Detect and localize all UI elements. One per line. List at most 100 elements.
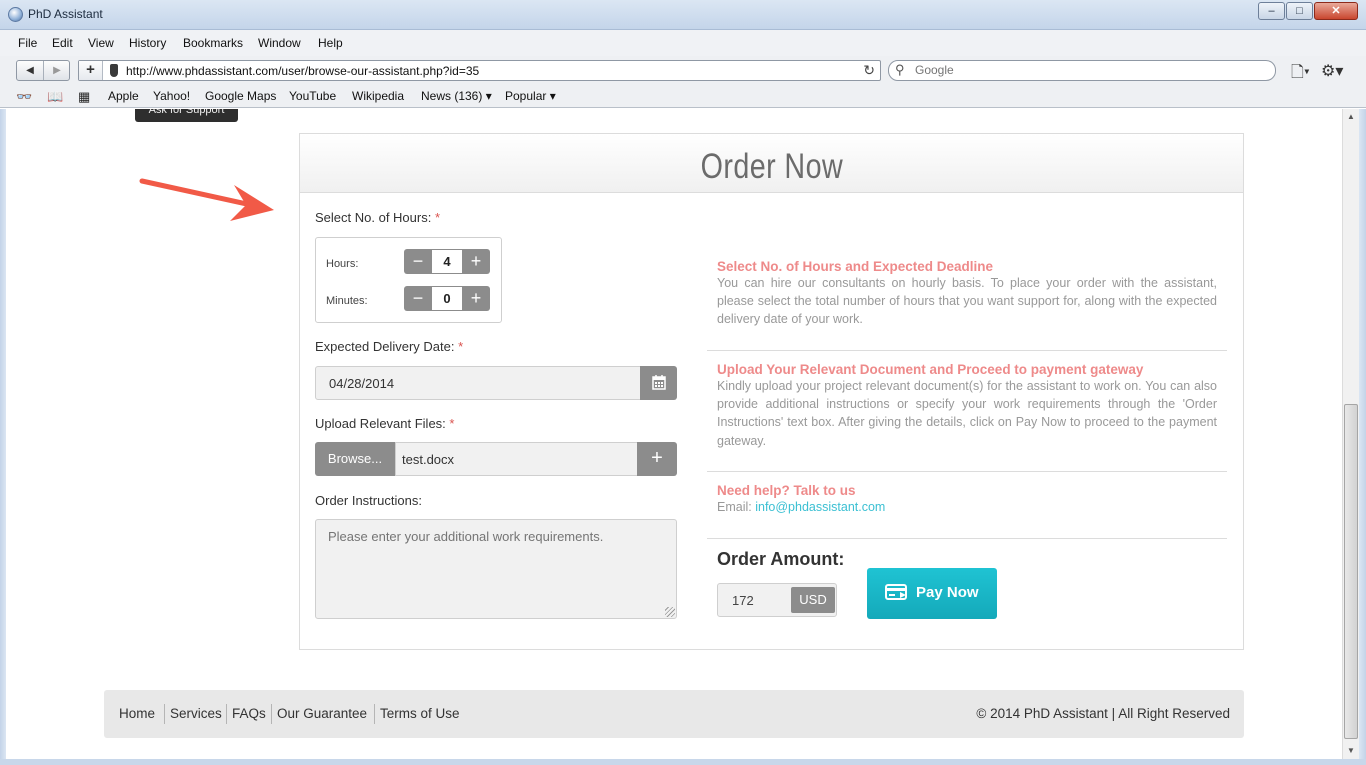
menu-bookmarks[interactable]: Bookmarks <box>183 36 243 50</box>
bookmark-apple[interactable]: Apple <box>108 89 139 103</box>
hours-value[interactable]: 4 <box>432 249 462 274</box>
scroll-thumb[interactable] <box>1344 404 1358 739</box>
close-button[interactable]: ✕ <box>1314 2 1358 20</box>
footer-separator <box>164 704 165 724</box>
bookmark-google-maps[interactable]: Google Maps <box>205 89 276 103</box>
footer-link-services[interactable]: Services <box>170 706 222 721</box>
minutes-increment-button[interactable]: + <box>462 286 490 311</box>
vertical-scrollbar[interactable]: ▲ ▼ <box>1342 109 1359 759</box>
help-email-line: Email: info@phdassistant.com <box>717 498 1217 516</box>
menu-view[interactable]: View <box>88 36 114 50</box>
back-button[interactable]: ◀ <box>17 61 44 80</box>
pay-now-label[interactable]: Pay Now <box>916 584 979 601</box>
bookmark-wikipedia[interactable]: Wikipedia <box>352 89 404 103</box>
file-name-field[interactable]: test.docx <box>395 442 638 476</box>
reload-icon[interactable]: ↻ <box>863 62 875 79</box>
minutes-stepper: − 0 + <box>404 286 492 311</box>
menu-help[interactable]: Help <box>318 36 343 50</box>
order-instructions-textarea[interactable] <box>315 519 677 619</box>
email-link[interactable]: info@phdassistant.com <box>755 500 885 514</box>
page-viewport: Ask for Support Order Now Select No. of … <box>6 109 1342 759</box>
calendar-button[interactable] <box>640 366 677 400</box>
menu-file[interactable]: File <box>18 36 37 50</box>
url-text[interactable]: http://www.phdassistant.com/user/browse-… <box>126 64 479 78</box>
footer-link-terms[interactable]: Terms of Use <box>380 706 460 721</box>
bookmark-popular[interactable]: Popular ▾ <box>505 89 556 103</box>
reading-list-icon[interactable]: 👓 <box>16 89 32 105</box>
upload-label: Upload Relevant Files: * <box>315 416 454 431</box>
help-block: Need help? Talk to us Email: info@phdass… <box>707 483 1227 516</box>
textarea-resize-handle[interactable] <box>665 607 675 617</box>
minimize-button[interactable]: – <box>1258 2 1285 20</box>
gear-icon[interactable]: ⚙▾ <box>1321 61 1343 81</box>
app-icon <box>8 7 23 22</box>
menu-history[interactable]: History <box>129 36 166 50</box>
window-title: PhD Assistant <box>28 7 103 21</box>
minutes-decrement-button[interactable]: − <box>404 286 432 311</box>
scroll-up-arrow-icon[interactable]: ▲ <box>1343 109 1359 125</box>
order-amount-field: 172 USD <box>717 583 837 617</box>
required-asterisk: * <box>434 210 441 225</box>
add-bookmark-button[interactable]: + <box>79 61 103 80</box>
footer-separator <box>271 704 272 724</box>
scroll-down-arrow-icon[interactable]: ▼ <box>1343 743 1359 759</box>
required-asterisk: * <box>449 416 455 431</box>
bookmark-youtube[interactable]: YouTube <box>289 89 336 103</box>
credit-card-icon <box>885 584 907 600</box>
info-title: Select No. of Hours and Expected Deadlin… <box>717 259 994 274</box>
info-title: Upload Your Relevant Document and Procee… <box>717 362 1144 377</box>
search-bar[interactable]: ⚲ <box>888 60 1276 81</box>
pay-now-button[interactable]: Pay Now <box>867 568 997 619</box>
add-file-button[interactable]: + <box>637 442 677 476</box>
page-footer: Home Services FAQs Our Guarantee Terms o… <box>104 690 1244 738</box>
minutes-value[interactable]: 0 <box>432 286 462 311</box>
top-sites-grid-icon[interactable]: ▦ <box>78 89 90 105</box>
footer-link-guarantee[interactable]: Our Guarantee <box>277 706 367 721</box>
hours-field-label: Hours: <box>326 258 359 270</box>
hours-section-label: Select No. of Hours: * <box>315 210 440 225</box>
delivery-date-label: Expected Delivery Date: * <box>315 339 463 354</box>
hours-decrement-button[interactable]: − <box>404 249 432 274</box>
page-menu-icon[interactable]: 🗋▾ <box>1291 61 1310 88</box>
footer-separator <box>226 704 227 724</box>
maximize-button[interactable]: □ <box>1286 2 1313 20</box>
footer-link-home[interactable]: Home <box>119 706 155 721</box>
info-hours-deadline: Select No. of Hours and Expected Deadlin… <box>707 259 1227 329</box>
window-controls: – □ ✕ <box>1257 2 1358 20</box>
order-amount-title: Order Amount: <box>717 549 845 569</box>
browse-button[interactable]: Browse... <box>315 442 395 476</box>
help-title: Need help? Talk to us <box>717 483 856 498</box>
window-titlebar: PhD Assistant – □ ✕ <box>0 0 1366 30</box>
support-tooltip[interactable]: Ask for Support <box>135 109 238 122</box>
site-favicon-icon <box>110 64 118 77</box>
order-card: Order Now Select No. of Hours: * Hours: … <box>299 133 1244 650</box>
window-frame-bottom <box>0 759 1366 765</box>
info-text: Kindly upload your project relevant docu… <box>717 379 1217 448</box>
browser-toolbar: ◀ ▶ + http://www.phdassistant.com/user/b… <box>0 56 1366 86</box>
email-label: Email: <box>717 500 752 514</box>
hours-increment-button[interactable]: + <box>462 249 490 274</box>
divider <box>707 471 1227 472</box>
info-upload-payment: Upload Your Relevant Document and Procee… <box>707 362 1227 450</box>
menu-bar: File Edit View History Bookmarks Window … <box>0 30 1366 56</box>
hours-label-text: Select No. of Hours: <box>315 210 432 225</box>
window-frame-right <box>1359 109 1366 765</box>
forward-button[interactable]: ▶ <box>44 61 70 80</box>
footer-separator <box>374 704 375 724</box>
bookmark-yahoo[interactable]: Yahoo! <box>153 89 190 103</box>
divider <box>707 350 1227 351</box>
menu-edit[interactable]: Edit <box>52 36 73 50</box>
delivery-date-input[interactable]: 04/28/2014 <box>315 366 641 400</box>
bookmarks-book-icon[interactable]: 📖 <box>47 89 63 105</box>
address-bar[interactable]: + http://www.phdassistant.com/user/brows… <box>78 60 881 81</box>
upload-label-text: Upload Relevant Files: <box>315 416 446 431</box>
menu-window[interactable]: Window <box>258 36 301 50</box>
order-amount-value: 172 <box>732 593 754 608</box>
currency-badge: USD <box>791 587 835 613</box>
footer-link-faqs[interactable]: FAQs <box>232 706 266 721</box>
info-text: You can hire our consultants on hourly b… <box>717 276 1217 327</box>
bookmark-news[interactable]: News (136) ▾ <box>421 89 492 103</box>
nav-buttons: ◀ ▶ <box>16 60 70 81</box>
search-input[interactable] <box>915 63 1265 77</box>
delivery-label-text: Expected Delivery Date: <box>315 339 455 354</box>
